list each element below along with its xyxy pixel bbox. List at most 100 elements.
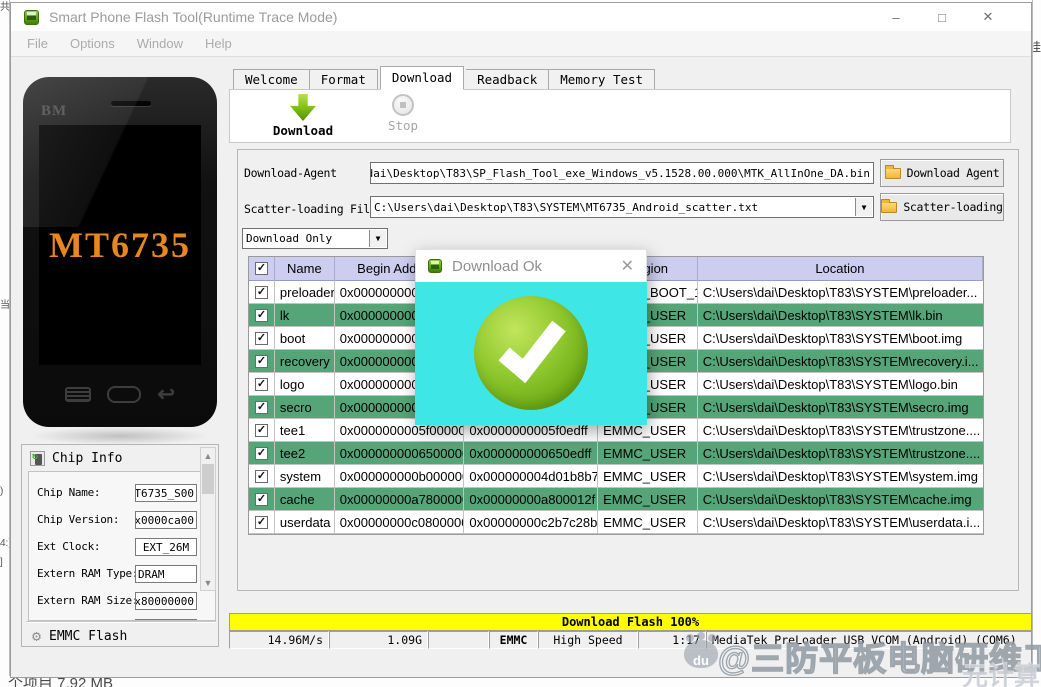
background-glyph: 当 bbox=[0, 296, 10, 311]
scatter-file-combo[interactable]: C:\Users\dai\Desktop\T83\SYSTEM\MT6735_A… bbox=[370, 196, 874, 218]
table-cell-name: secro bbox=[275, 396, 335, 419]
scatter-loading-button[interactable]: Scatter-loading bbox=[880, 193, 1004, 221]
table-cell-name: tee1 bbox=[275, 419, 335, 442]
checkbox-checked-icon[interactable]: ✓ bbox=[255, 262, 268, 275]
phone-menu-icon bbox=[65, 387, 91, 402]
download-arrow-icon bbox=[290, 94, 316, 121]
dialog-title-bar[interactable]: Download Ok ✕ bbox=[415, 249, 647, 282]
checkbox-checked-icon[interactable]: ✓ bbox=[255, 447, 268, 460]
table-cell-region: EMMC_USER bbox=[598, 511, 698, 534]
chip-field-row: Chip Name: MT6735_S00 bbox=[29, 484, 215, 502]
phone-gloss bbox=[23, 77, 217, 227]
chip-info-title: Chip Info bbox=[52, 451, 122, 466]
success-check-icon bbox=[474, 296, 588, 410]
table-cell-check: ✓ bbox=[249, 465, 275, 488]
checkbox-checked-icon[interactable]: ✓ bbox=[255, 286, 268, 299]
chevron-down-icon[interactable]: ▼ bbox=[855, 198, 872, 216]
table-cell-name: recovery bbox=[275, 350, 335, 373]
checkbox-checked-icon[interactable]: ✓ bbox=[255, 309, 268, 322]
checkbox-checked-icon[interactable]: ✓ bbox=[255, 378, 268, 391]
table-cell-name: userdata bbox=[275, 511, 335, 534]
tab-readback[interactable]: Readback bbox=[466, 69, 549, 90]
chip-field-row: Extern RAM Size:0x80000000 bbox=[29, 592, 215, 610]
screenshot-stage: 共当)4:)] 挂 个项目 7.92 MB Smart Phone Flash … bbox=[0, 0, 1041, 687]
table-row-tee2[interactable]: ✓tee20x00000000065000000x000000000650edf… bbox=[249, 442, 983, 465]
close-button[interactable]: ✕ bbox=[965, 3, 1011, 31]
table-cell-check: ✓ bbox=[249, 442, 275, 465]
background-window-left-sliver: 共当)4:)] bbox=[0, 0, 10, 687]
status-size: 1.09G bbox=[329, 631, 428, 649]
tab-download[interactable]: Download bbox=[380, 66, 464, 90]
table-header-name[interactable]: Name bbox=[275, 257, 335, 281]
menu-item-help[interactable]: Help bbox=[194, 36, 243, 51]
scroll-up-icon[interactable]: ▲ bbox=[201, 448, 215, 463]
checkbox-checked-icon[interactable]: ✓ bbox=[255, 516, 268, 529]
table-cell-location: C:\Users\dai\Desktop\T83\SYSTEM\secro.im… bbox=[698, 396, 983, 419]
checkbox-checked-icon[interactable]: ✓ bbox=[255, 470, 268, 483]
dialog-title: Download Ok bbox=[452, 258, 542, 275]
table-cell-location: C:\Users\dai\Desktop\T83\SYSTEM\lk.bin bbox=[698, 304, 983, 327]
chevron-down-icon[interactable]: ▼ bbox=[369, 230, 386, 247]
table-cell-name: cache bbox=[275, 488, 335, 511]
table-cell-location: C:\Users\dai\Desktop\T83\SYSTEM\boot.img bbox=[698, 327, 983, 350]
tab-welcome[interactable]: Welcome bbox=[233, 69, 310, 90]
download-mode-combo[interactable]: Download Only ▼ bbox=[242, 228, 388, 249]
download-agent-input[interactable]: \Users\dai\Desktop\T83\SP_Flash_Tool_exe… bbox=[370, 162, 874, 184]
tab-format[interactable]: Format bbox=[310, 69, 378, 90]
chip-field-value: MT6735_S00 bbox=[135, 484, 197, 502]
download-agent-button[interactable]: Download Agent bbox=[880, 159, 1004, 187]
menu-item-file[interactable]: File bbox=[16, 36, 59, 51]
table-row-cache[interactable]: ✓cache0x00000000a78000000x00000000a80001… bbox=[249, 488, 983, 511]
table-cell-check: ✓ bbox=[249, 281, 275, 304]
table-cell-check: ✓ bbox=[249, 419, 275, 442]
table-cell-check: ✓ bbox=[249, 511, 275, 534]
checkbox-checked-icon[interactable]: ✓ bbox=[255, 355, 268, 368]
table-cell-location: C:\Users\dai\Desktop\T83\SYSTEM\userdata… bbox=[698, 511, 983, 534]
dialog-close-icon[interactable]: ✕ bbox=[621, 256, 634, 276]
checkbox-checked-icon[interactable]: ✓ bbox=[255, 401, 268, 414]
window-title: Smart Phone Flash Tool(Runtime Trace Mod… bbox=[49, 9, 337, 25]
progress-label: Download Flash 100% bbox=[562, 615, 699, 629]
download-button[interactable]: Download bbox=[258, 94, 348, 138]
table-cell-name: tee2 bbox=[275, 442, 335, 465]
table-cell-name: lk bbox=[275, 304, 335, 327]
scrollbar-thumb[interactable] bbox=[202, 464, 214, 494]
table-cell-begin-address: 0x000000000b000000 bbox=[335, 465, 465, 488]
menu-item-options[interactable]: Options bbox=[59, 36, 126, 51]
menu-item-window[interactable]: Window bbox=[126, 36, 194, 51]
chip-field-row: Extern RAM Type:DRAM bbox=[29, 565, 215, 583]
table-row-system[interactable]: ✓ system0x000000000b0000000x000000004d01b… bbox=[249, 465, 983, 488]
minimize-button[interactable]: – bbox=[873, 3, 919, 31]
table-cell-end-address: 0x000000004d01b8b7 bbox=[464, 465, 598, 488]
stop-button[interactable]: Stop bbox=[358, 94, 448, 133]
table-cell-end-address: 0x000000000650edff bbox=[464, 442, 598, 465]
status-speed: 14.96M/s bbox=[229, 631, 329, 649]
scatter-file-label: Scatter-loading File bbox=[244, 202, 376, 216]
checkbox-checked-icon[interactable]: ✓ bbox=[255, 332, 268, 345]
table-cell-check: ✓ bbox=[249, 350, 275, 373]
chip-info-icon bbox=[30, 451, 45, 466]
table-cell-location: C:\Users\dai\Desktop\T83\SYSTEM\trustzon… bbox=[698, 419, 983, 442]
chip-field-label: Ext Clock: bbox=[37, 540, 100, 553]
chip-field-value: 0x0000ca00 bbox=[135, 511, 197, 529]
maximize-button[interactable]: □ bbox=[919, 3, 965, 31]
phone-home-icon bbox=[107, 386, 141, 403]
scroll-down-icon[interactable]: ▼ bbox=[201, 575, 215, 590]
table-row-userdata[interactable]: ✓userdata0x00000000c08000000x00000000c2b… bbox=[249, 511, 983, 534]
gear-icon: ⚙ bbox=[32, 629, 41, 644]
chip-field-value: DRAM bbox=[135, 565, 197, 583]
dialog-body bbox=[415, 282, 647, 425]
title-bar[interactable]: Smart Phone Flash Tool(Runtime Trace Mod… bbox=[11, 3, 1031, 31]
table-cell-name: system bbox=[275, 465, 335, 488]
chip-info-scrollbar[interactable]: ▲ ▼ bbox=[200, 447, 216, 591]
table-header-location[interactable]: Location bbox=[698, 257, 983, 281]
checkbox-checked-icon[interactable]: ✓ bbox=[255, 493, 268, 506]
status-com-port: MediaTek PreLoader USB VCOM (Android) (C… bbox=[706, 631, 1032, 649]
table-cell-end-address: 0x00000000c2b7c28b bbox=[464, 511, 598, 534]
chip-field-value: EXT_26M bbox=[135, 538, 197, 556]
checkbox-checked-icon[interactable]: ✓ bbox=[255, 424, 268, 437]
scatter-file-value: C:\Users\dai\Desktop\T83\SYSTEM\MT6735_A… bbox=[374, 201, 758, 214]
tab-memory-test[interactable]: Memory Test bbox=[549, 69, 655, 90]
chip-field-label: Chip Name: bbox=[37, 486, 100, 499]
status-elapsed-time: 1:17 bbox=[638, 631, 706, 649]
